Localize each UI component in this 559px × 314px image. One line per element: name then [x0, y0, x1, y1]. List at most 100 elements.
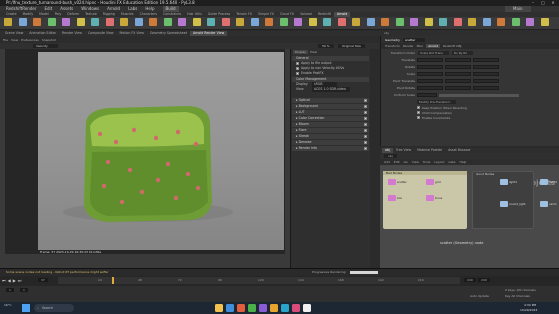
shelf-tool-icon[interactable]	[105, 18, 114, 26]
viewer-menu[interactable]: File	[3, 38, 8, 42]
shelf-tab[interactable]: Poly	[52, 12, 65, 17]
shelf-tab[interactable]: Volume	[297, 12, 315, 17]
shelf-tool-icon[interactable]	[497, 18, 505, 26]
section-toggle[interactable]	[364, 105, 367, 108]
param-option[interactable]: Enable Constraints	[381, 115, 559, 120]
tab-render[interactable]: Render	[403, 44, 414, 48]
param-field[interactable]	[445, 65, 471, 69]
shelf-tool-icon[interactable]	[337, 18, 346, 26]
timeline-track[interactable]: 24 48 72 96 120 144 168 192 216	[58, 277, 460, 284]
param-field[interactable]	[445, 79, 471, 83]
end-frame-field-2[interactable]: 240	[478, 278, 490, 282]
section-toggle[interactable]	[364, 99, 367, 102]
param-field[interactable]	[445, 72, 471, 76]
rotate-order-select[interactable]: Rx Ry Rz	[451, 51, 473, 55]
shelf-tool-icon[interactable]	[163, 18, 172, 26]
option-enable-postfx[interactable]: Enable PostFX	[291, 71, 370, 76]
param-field[interactable]	[445, 58, 471, 62]
network-menu-item[interactable]: Edit	[394, 160, 400, 164]
shelf-tool-icon[interactable]	[424, 18, 433, 26]
section-toggle[interactable]	[364, 135, 367, 138]
shelf-tool-icon[interactable]	[91, 18, 99, 26]
shelf-tab[interactable]: Muscles	[118, 12, 137, 17]
param-field[interactable]	[473, 79, 499, 83]
network-node[interactable]: grid	[426, 179, 440, 185]
section-toggle[interactable]	[364, 117, 367, 120]
shelf-tool-icon[interactable]	[120, 18, 128, 26]
tab-arnold[interactable]: Arnold	[426, 44, 440, 48]
shelf-tool-icon[interactable]	[33, 18, 41, 26]
skip-start-icon[interactable]: ⏮	[2, 278, 6, 283]
shelf-tab[interactable]: Texture	[82, 12, 100, 17]
zoom-select[interactable]: 50 %	[318, 44, 334, 48]
shelf-tool-icon[interactable]	[236, 18, 244, 26]
taskbar-app-icon[interactable]	[237, 304, 245, 312]
shelf-tool-icon[interactable]	[482, 18, 491, 26]
shelf-tab[interactable]: Constraints	[160, 12, 184, 17]
taskbar-app-icon[interactable]	[270, 304, 278, 312]
param-field[interactable]	[473, 72, 499, 76]
shelf-tool-icon[interactable]	[439, 18, 447, 26]
shelf-tab[interactable]: Create	[3, 12, 20, 17]
network-menu-item[interactable]: View	[412, 160, 419, 164]
skip-end-icon[interactable]: ⏭	[18, 278, 22, 283]
taskbar-app-icon[interactable]	[215, 304, 223, 312]
size-select[interactable]: Original Size	[338, 44, 365, 48]
network-node[interactable]: torus	[426, 195, 442, 201]
param-field[interactable]	[417, 93, 437, 97]
network-node[interactable]: cam1	[540, 201, 557, 207]
shelf-tab[interactable]: Deform	[64, 12, 82, 17]
timeline-cursor[interactable]	[112, 277, 114, 284]
shelf-tool-icon[interactable]	[366, 18, 375, 26]
step-back-icon[interactable]: ◀	[8, 278, 11, 283]
network-menu-item[interactable]: Labs	[449, 160, 456, 164]
tab-pixel[interactable]: Pixel	[310, 50, 317, 54]
shelf-tool-icon[interactable]	[134, 18, 143, 26]
param-field[interactable]	[417, 65, 443, 69]
param-field[interactable]	[417, 86, 443, 90]
taskbar-app-icon[interactable]	[281, 304, 289, 312]
render-image[interactable]	[38, 52, 284, 250]
network-menu-item[interactable]: Tools	[423, 160, 430, 164]
params-path[interactable]: obj	[384, 31, 389, 35]
weather-widget[interactable]: 16°C	[4, 303, 11, 307]
postfx-section[interactable]: ▸ Background	[292, 104, 369, 109]
shelf-tool-icon[interactable]	[178, 18, 186, 26]
shelf-tab[interactable]: Simple FX	[255, 12, 277, 17]
shelf-tool-icon[interactable]	[149, 18, 157, 26]
shelf-tool-icon[interactable]	[192, 18, 201, 26]
section-toggle[interactable]	[364, 111, 367, 114]
shelf-tab[interactable]: Modify	[20, 12, 37, 17]
shelf-tool-icon[interactable]	[540, 18, 549, 26]
checkbox-icon[interactable]	[296, 62, 299, 65]
search-box[interactable]: ⌕ Search	[34, 304, 74, 312]
checkbox-icon[interactable]	[417, 111, 420, 114]
shelf-tool-icon[interactable]	[47, 18, 56, 26]
postfx-section[interactable]: ▸ Streak	[292, 134, 369, 139]
shelf-tool-icon[interactable]	[308, 18, 317, 26]
viewer-menu[interactable]: View	[11, 38, 18, 42]
modify-pretransform-select[interactable]: Modify Pre-Transform	[417, 100, 457, 104]
node-name-field[interactable]: scatter	[402, 37, 426, 42]
shelf-tool-icon[interactable]	[279, 18, 288, 26]
current-frame-field[interactable]: 37	[38, 278, 48, 282]
key-all-button[interactable]: Key All Channels	[505, 294, 530, 298]
postfx-section[interactable]: ▸ Render Info	[292, 146, 369, 151]
param-field[interactable]	[473, 65, 499, 69]
network-node[interactable]: scatter	[388, 179, 407, 185]
section-toggle[interactable]	[364, 123, 367, 126]
shelf-tool-icon[interactable]	[294, 18, 302, 26]
param-field[interactable]	[417, 72, 443, 76]
param-field[interactable]	[473, 58, 499, 62]
network-menu-item[interactable]: Layout	[434, 160, 444, 164]
checkbox-icon[interactable]	[417, 116, 420, 119]
section-toggle[interactable]	[364, 147, 367, 150]
shelf-tool-icon[interactable]	[511, 18, 520, 26]
shelf-tab[interactable]: Redshift	[315, 12, 334, 17]
shelf-tab-active[interactable]: Arnold	[333, 12, 351, 17]
start-frame-field[interactable]: 1	[6, 288, 14, 292]
tab-redshift-obj[interactable]: Redshift OBJ	[443, 44, 461, 48]
param-field[interactable]	[417, 79, 443, 83]
shelf-tool-icon[interactable]	[410, 18, 418, 26]
param-field[interactable]	[417, 58, 443, 62]
